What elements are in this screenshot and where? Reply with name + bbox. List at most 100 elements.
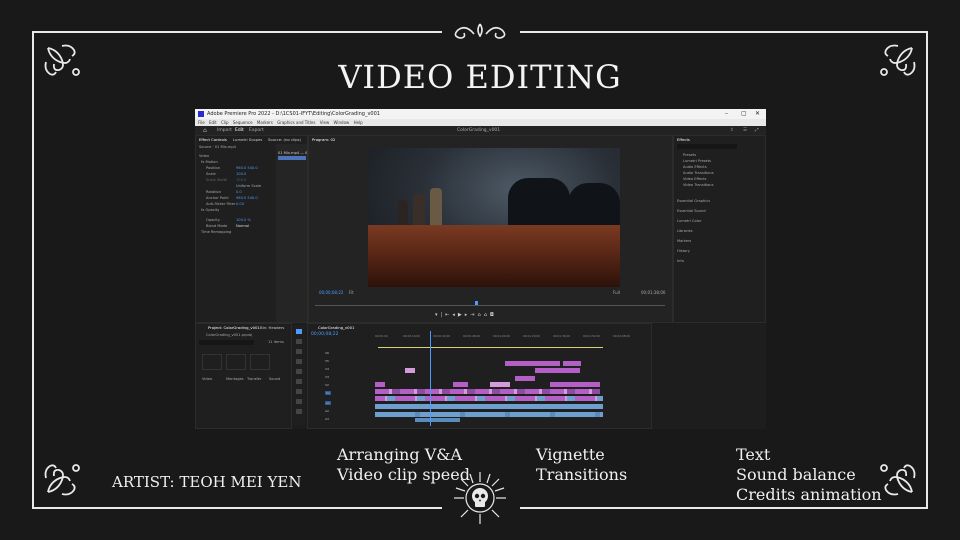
workspaces-icon[interactable]: ☰ <box>743 126 747 135</box>
timeline-playhead[interactable] <box>430 331 431 426</box>
track-a2[interactable]: A2 <box>325 409 329 413</box>
track-a3[interactable]: A3 <box>325 417 329 421</box>
panel-essential-sound[interactable]: Essential Sound <box>677 209 706 213</box>
video-clip[interactable] <box>375 382 385 387</box>
track-headers: V6 V5 V4 V3 V2 V1 A1 A2 A3 <box>317 351 367 425</box>
panel-info[interactable]: Info <box>677 259 684 263</box>
menu-view[interactable]: View <box>320 120 330 125</box>
bin-thumbnail[interactable] <box>250 354 270 370</box>
razor-tool-icon[interactable] <box>296 359 302 364</box>
selection-tool-icon[interactable] <box>296 329 302 334</box>
rectangle-tool-icon[interactable] <box>296 389 302 394</box>
audio-clip[interactable] <box>415 418 460 422</box>
video-clip[interactable] <box>375 389 600 394</box>
program-timecode-in[interactable]: 00;00;08;22 <box>319 290 343 295</box>
tab-timeline[interactable]: ColorGrading_v001 <box>318 325 354 330</box>
mini-timeline <box>276 144 307 322</box>
tab-bin[interactable]: Bin: Headers <box>260 325 284 330</box>
audio-clip[interactable] <box>375 412 603 417</box>
bin-thumbnail[interactable] <box>202 354 222 370</box>
tab-program[interactable]: Program: 02 <box>312 137 335 142</box>
tab-lumetri-scopes[interactable]: Lumetri Scopes <box>233 137 262 142</box>
track-v4[interactable]: V4 <box>325 367 329 371</box>
background-people <box>413 194 425 226</box>
audio-clip[interactable] <box>375 404 603 409</box>
background-people <box>398 200 408 226</box>
folder-video-effects[interactable]: Video Effects <box>683 177 706 181</box>
track-a1[interactable]: A1 <box>325 401 331 405</box>
minimize-button[interactable]: – <box>725 109 728 119</box>
panel-essential-graphics[interactable]: Essential Graphics <box>677 199 710 203</box>
ripple-edit-tool-icon[interactable] <box>296 349 302 354</box>
pen-tool-icon[interactable] <box>296 379 302 384</box>
maximize-button[interactable]: ▢ <box>741 109 747 119</box>
effects-panel: Effects Presets Lumetri Presets Audio Ef… <box>673 135 766 323</box>
tab-import[interactable]: Import <box>217 126 232 135</box>
play-icon[interactable]: ▶ <box>458 312 465 318</box>
background-people <box>430 188 442 226</box>
program-scrubber[interactable] <box>315 305 665 306</box>
video-clip[interactable] <box>405 368 415 373</box>
folder-presets[interactable]: Presets <box>683 153 696 157</box>
panel-markers[interactable]: Markers <box>677 239 691 243</box>
menu-help[interactable]: Help <box>354 120 363 125</box>
slip-tool-icon[interactable] <box>296 369 302 374</box>
effect-controls-panel: Effect Controls Lumetri Scopes Source: (… <box>195 135 318 323</box>
folder-video-transitions[interactable]: Video Transitions <box>683 183 713 187</box>
export-frame-icon[interactable]: ◘ <box>490 312 497 318</box>
track-v6[interactable]: V6 <box>325 351 329 355</box>
track-v3[interactable]: V3 <box>325 375 329 379</box>
track-v2[interactable]: V2 <box>325 383 329 387</box>
type-tool-icon[interactable] <box>296 409 302 414</box>
folder-audio-effects[interactable]: Audio Effects <box>683 165 707 169</box>
panel-lumetri-color[interactable]: Lumetri Color <box>677 219 701 223</box>
menu-markers[interactable]: Markers <box>257 120 273 125</box>
fullscreen-icon[interactable]: ⤢ <box>755 126 759 135</box>
fit-dropdown[interactable]: Fit <box>349 290 354 295</box>
menu-file[interactable]: File <box>198 120 205 125</box>
menu-clip[interactable]: Clip <box>221 120 229 125</box>
tab-edit[interactable]: Edit <box>235 126 244 135</box>
tab-project[interactable]: Project: ColorGrading_v001 <box>208 325 260 330</box>
tab-source[interactable]: Source: (no clips) <box>268 137 301 142</box>
tab-effects[interactable]: Effects <box>677 137 690 142</box>
video-clip[interactable] <box>490 382 510 387</box>
project-search-input[interactable] <box>199 340 254 345</box>
video-clip[interactable] <box>550 382 600 387</box>
track-v1[interactable]: V1 <box>325 391 331 395</box>
panel-libraries[interactable]: Libraries <box>677 229 693 233</box>
menu-graphics[interactable]: Graphics and Titles <box>277 120 315 125</box>
slide-title: VIDEO EDITING <box>338 58 622 96</box>
timeline-timecode[interactable]: 00;00;08;22 <box>311 332 338 337</box>
folder-lumetri-presets[interactable]: Lumetri Presets <box>683 159 711 163</box>
menu-window[interactable]: Window <box>334 120 350 125</box>
video-clip[interactable] <box>563 361 581 366</box>
video-clip[interactable] <box>515 376 535 381</box>
premiere-screenshot: Adobe Premiere Pro 2022 - D:\1CS01-IFYT\… <box>195 109 766 429</box>
bin-thumbnail[interactable] <box>226 354 246 370</box>
close-button[interactable]: ✕ <box>755 109 760 119</box>
track-v5[interactable]: V5 <box>325 359 329 363</box>
go-out-icon[interactable]: ⇥ <box>470 312 477 318</box>
video-clip[interactable] <box>453 382 468 387</box>
menu-edit[interactable]: Edit <box>209 120 217 125</box>
tab-export[interactable]: Export <box>249 126 264 135</box>
panel-history[interactable]: History <box>677 249 690 253</box>
share-icon[interactable]: ⇪ <box>730 126 734 135</box>
work-area-bar[interactable] <box>378 347 603 348</box>
tab-effect-controls[interactable]: Effect Controls <box>199 137 227 142</box>
project-file: ColorGrading_v001.prproj <box>206 333 253 337</box>
effects-search-input[interactable] <box>677 144 737 149</box>
track-select-tool-icon[interactable] <box>296 339 302 344</box>
folder-audio-transitions[interactable]: Audio Transitions <box>683 171 714 175</box>
hand-tool-icon[interactable] <box>296 399 302 404</box>
timeline-ruler: 00;00;00 00;00;16;00 00;00;32;00 00;00;4… <box>375 334 631 338</box>
video-clip[interactable] <box>375 396 603 401</box>
resolution-dropdown[interactable]: Full <box>613 290 620 295</box>
video-clip[interactable] <box>535 368 580 373</box>
video-clip[interactable] <box>505 361 560 366</box>
menu-sequence[interactable]: Sequence <box>233 120 253 125</box>
playhead-marker[interactable] <box>475 301 478 305</box>
home-icon[interactable]: ⌂ <box>203 126 207 135</box>
project-item-count: 11 items <box>268 340 284 344</box>
